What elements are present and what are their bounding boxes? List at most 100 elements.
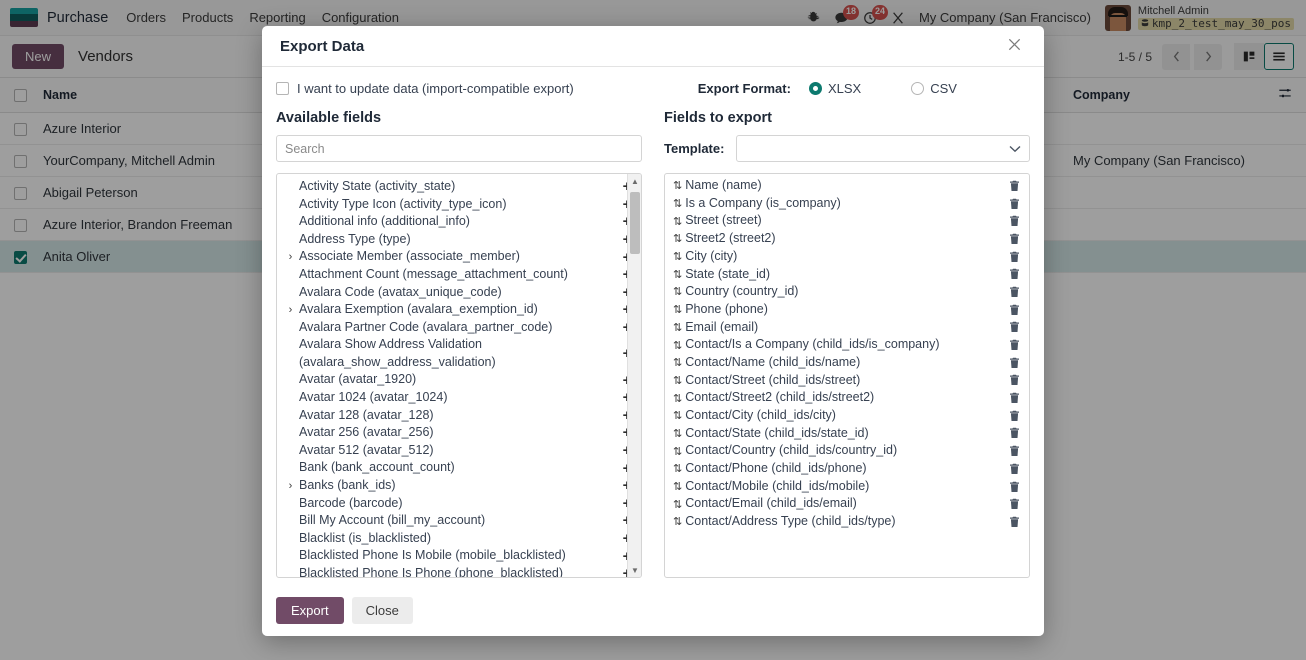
available-field-item[interactable]: ›Address Type (type)+ bbox=[277, 231, 641, 249]
drag-handle-icon[interactable]: ⇅ bbox=[673, 462, 682, 475]
delete-field-icon[interactable] bbox=[1009, 481, 1020, 493]
csv-radio[interactable] bbox=[911, 82, 925, 95]
export-field-item[interactable]: ⇅ Is a Company (is_company) bbox=[665, 195, 1029, 213]
delete-field-icon[interactable] bbox=[1009, 233, 1020, 245]
delete-field-icon[interactable] bbox=[1009, 498, 1020, 510]
export-field-item[interactable]: ⇅ Contact/City (child_ids/city) bbox=[665, 407, 1029, 425]
drag-handle-icon[interactable]: ⇅ bbox=[673, 498, 682, 511]
drag-handle-icon[interactable]: ⇅ bbox=[673, 268, 682, 281]
export-field-item[interactable]: ⇅ Country (country_id) bbox=[665, 283, 1029, 301]
export-fields-list[interactable]: ⇅ Name (name) ⇅ Is a Company (is_company) ⇅ S… bbox=[664, 173, 1030, 578]
delete-field-icon[interactable] bbox=[1009, 215, 1020, 227]
export-field-item[interactable]: ⇅ State (state_id) bbox=[665, 265, 1029, 283]
available-field-item[interactable]: ›Avalara Code (avatax_unique_code)+ bbox=[277, 284, 641, 302]
drag-handle-icon[interactable]: ⇅ bbox=[673, 356, 682, 369]
delete-field-icon[interactable] bbox=[1009, 321, 1020, 333]
drag-handle-icon[interactable]: ⇅ bbox=[673, 427, 682, 440]
export-field-item[interactable]: ⇅ Street2 (street2) bbox=[665, 230, 1029, 248]
expand-chevron-icon[interactable]: › bbox=[285, 480, 296, 492]
delete-field-icon[interactable] bbox=[1009, 463, 1020, 475]
delete-field-icon[interactable] bbox=[1009, 339, 1020, 351]
available-field-item[interactable]: ›Blacklist (is_blacklisted)+ bbox=[277, 530, 641, 548]
drag-handle-icon[interactable]: ⇅ bbox=[673, 285, 682, 298]
delete-field-icon[interactable] bbox=[1009, 286, 1020, 298]
available-fields-scrollbar[interactable]: ▲ ▼ bbox=[627, 174, 641, 577]
delete-field-icon[interactable] bbox=[1009, 251, 1020, 263]
available-field-item[interactable]: ›Avalara Show Address Validation (avalar… bbox=[277, 336, 641, 371]
available-field-item[interactable]: ›Associate Member (associate_member)+ bbox=[277, 248, 641, 266]
delete-field-icon[interactable] bbox=[1009, 180, 1020, 192]
available-field-item[interactable]: ›Barcode (barcode)+ bbox=[277, 495, 641, 513]
export-field-item[interactable]: ⇅ Contact/State (child_ids/state_id) bbox=[665, 425, 1029, 443]
drag-handle-icon[interactable]: ⇅ bbox=[673, 250, 682, 263]
drag-handle-icon[interactable]: ⇅ bbox=[673, 480, 682, 493]
delete-field-icon[interactable] bbox=[1009, 427, 1020, 439]
drag-handle-icon[interactable]: ⇅ bbox=[673, 409, 682, 422]
export-button[interactable]: Export bbox=[276, 596, 344, 624]
drag-handle-icon[interactable]: ⇅ bbox=[673, 215, 682, 228]
delete-field-icon[interactable] bbox=[1009, 268, 1020, 280]
available-field-item[interactable]: ›Activity Type Icon (activity_type_icon)… bbox=[277, 196, 641, 214]
delete-field-icon[interactable] bbox=[1009, 516, 1020, 528]
available-field-item[interactable]: ›Bank (bank_account_count)+ bbox=[277, 459, 641, 477]
available-field-item[interactable]: ›Activity State (activity_state)+ bbox=[277, 178, 641, 196]
delete-field-icon[interactable] bbox=[1009, 198, 1020, 210]
drag-handle-icon[interactable]: ⇅ bbox=[673, 303, 682, 316]
drag-handle-icon[interactable]: ⇅ bbox=[673, 374, 682, 387]
drag-handle-icon[interactable]: ⇅ bbox=[673, 232, 682, 245]
available-field-item[interactable]: ›Avatar 128 (avatar_128)+ bbox=[277, 407, 641, 425]
available-field-item[interactable]: ›Bill My Account (bill_my_account)+ bbox=[277, 512, 641, 530]
expand-chevron-icon[interactable]: › bbox=[285, 304, 296, 316]
available-fields-scroll[interactable]: ›Activity State (activity_state)+›Activi… bbox=[277, 174, 641, 577]
drag-handle-icon[interactable]: ⇅ bbox=[673, 179, 682, 192]
format-option-xlsx[interactable]: XLSX bbox=[808, 81, 861, 96]
delete-field-icon[interactable] bbox=[1009, 410, 1020, 422]
available-field-item[interactable]: ›Banks (bank_ids)+ bbox=[277, 477, 641, 495]
drag-handle-icon[interactable]: ⇅ bbox=[673, 392, 682, 405]
drag-handle-icon[interactable]: ⇅ bbox=[673, 197, 682, 210]
available-field-item[interactable]: ›Blacklisted Phone Is Phone (phone_black… bbox=[277, 565, 641, 577]
close-button[interactable]: Close bbox=[351, 596, 413, 624]
export-field-item[interactable]: ⇅ Name (name) bbox=[665, 177, 1029, 195]
export-field-item[interactable]: ⇅ Contact/Is a Company (child_ids/is_comp… bbox=[665, 336, 1029, 354]
delete-field-icon[interactable] bbox=[1009, 304, 1020, 316]
export-field-item[interactable]: ⇅ Street (street) bbox=[665, 212, 1029, 230]
update-data-checkbox[interactable] bbox=[276, 82, 289, 95]
available-field-item[interactable]: ›Avalara Partner Code (avalara_partner_c… bbox=[277, 319, 641, 337]
delete-field-icon[interactable] bbox=[1009, 374, 1020, 386]
export-field-item[interactable]: ⇅ Email (email) bbox=[665, 319, 1029, 337]
update-data-option[interactable]: I want to update data (import-compatible… bbox=[276, 81, 574, 96]
close-icon[interactable] bbox=[1003, 35, 1026, 58]
xlsx-radio[interactable] bbox=[808, 82, 822, 95]
format-option-csv[interactable]: CSV bbox=[911, 81, 957, 96]
expand-chevron-icon[interactable]: › bbox=[285, 251, 296, 263]
available-field-item[interactable]: ›Avatar 256 (avatar_256)+ bbox=[277, 424, 641, 442]
available-field-item[interactable]: › Avalara Exemption (avalara_exemption_id… bbox=[277, 301, 641, 319]
export-field-item[interactable]: ⇅ Contact/Street (child_ids/street) bbox=[665, 372, 1029, 390]
delete-field-icon[interactable] bbox=[1009, 357, 1020, 369]
scroll-down-icon[interactable]: ▼ bbox=[628, 563, 641, 577]
export-field-item[interactable]: ⇅ Contact/Address Type (child_ids/type) bbox=[665, 513, 1029, 531]
export-field-item[interactable]: ⇅ Contact/Street2 (child_ids/street2) bbox=[665, 389, 1029, 407]
template-select[interactable] bbox=[736, 135, 1030, 162]
drag-handle-icon[interactable]: ⇅ bbox=[673, 445, 682, 458]
available-field-item[interactable]: ›Blacklisted Phone Is Mobile (mobile_bla… bbox=[277, 547, 641, 565]
delete-field-icon[interactable] bbox=[1009, 445, 1020, 457]
search-input[interactable] bbox=[276, 135, 642, 162]
scrollbar-thumb[interactable] bbox=[630, 192, 640, 254]
export-field-item[interactable]: ⇅ Contact/Country (child_ids/country_id) bbox=[665, 442, 1029, 460]
export-field-item[interactable]: ⇅ City (city) bbox=[665, 248, 1029, 266]
export-field-item[interactable]: ⇅ Contact/Mobile (child_ids/mobile) bbox=[665, 478, 1029, 496]
export-field-item[interactable]: ⇅ Contact/Email (child_ids/email) bbox=[665, 495, 1029, 513]
available-field-item[interactable]: ›Additional info (additional_info)+ bbox=[277, 213, 641, 231]
export-field-item[interactable]: ⇅ Contact/Name (child_ids/name) bbox=[665, 354, 1029, 372]
drag-handle-icon[interactable]: ⇅ bbox=[673, 339, 682, 352]
scroll-up-icon[interactable]: ▲ bbox=[628, 174, 641, 188]
drag-handle-icon[interactable]: ⇅ bbox=[673, 515, 682, 528]
export-field-item[interactable]: ⇅ Contact/Phone (child_ids/phone) bbox=[665, 460, 1029, 478]
available-field-item[interactable]: ›Avatar 512 (avatar_512)+ bbox=[277, 442, 641, 460]
export-field-item[interactable]: ⇅ Phone (phone) bbox=[665, 301, 1029, 319]
available-field-item[interactable]: ›Attachment Count (message_attachment_co… bbox=[277, 266, 641, 284]
available-field-item[interactable]: ›Avatar (avatar_1920)+ bbox=[277, 371, 641, 389]
available-field-item[interactable]: ›Avatar 1024 (avatar_1024)+ bbox=[277, 389, 641, 407]
